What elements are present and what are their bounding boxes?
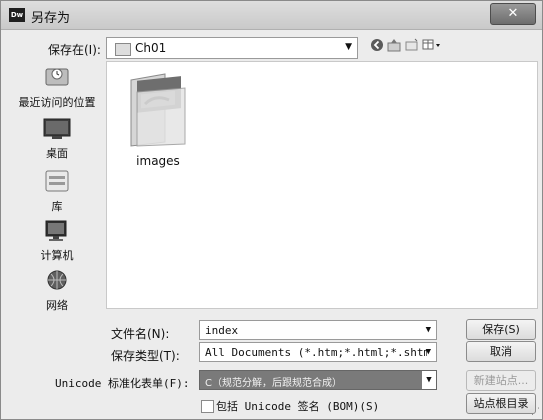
bom-label: 包括 Unicode 签名 (BOM)(S): [216, 400, 380, 413]
file-list[interactable]: images: [106, 61, 538, 309]
save-as-dialog: Dw 另存为 ✕ 保存在(I): Ch01 ▼ 最近访问的位置 桌面 库 计算机…: [0, 0, 543, 420]
cancel-button[interactable]: 取消: [466, 341, 536, 362]
places-bar: 最近访问的位置 桌面 库 计算机 网络: [15, 63, 99, 313]
place-libraries[interactable]: 库: [15, 167, 99, 214]
filename-value: index: [205, 324, 239, 337]
filetype-select[interactable]: All Documents (*.htm;*.html;*.shtm;*.s ▼: [199, 342, 437, 362]
filename-label: 文件名(N):: [111, 327, 170, 341]
chevron-down-icon[interactable]: ▼: [426, 325, 431, 335]
chevron-down-icon[interactable]: ▼: [426, 347, 431, 357]
filetype-value: All Documents (*.htm;*.html;*.shtm;*.s: [205, 346, 427, 359]
libraries-icon: [45, 170, 69, 192]
unicode-form-value: C（规范分解，后跟规范合成）: [205, 378, 342, 389]
back-icon[interactable]: [369, 38, 385, 56]
save-in-value: Ch01: [135, 41, 167, 55]
desktop-icon: [43, 118, 71, 139]
unicode-form-label: Unicode 标准化表单(F):: [55, 377, 190, 390]
up-folder-icon[interactable]: [386, 38, 402, 56]
place-desktop[interactable]: 桌面: [15, 116, 99, 161]
window-title: 另存为: [31, 11, 71, 26]
chevron-down-icon: ▼: [345, 42, 352, 52]
new-folder-icon[interactable]: [404, 38, 420, 56]
place-computer[interactable]: 计算机: [15, 218, 99, 263]
network-icon: [47, 270, 67, 290]
new-site-button[interactable]: 新建站点...: [466, 370, 536, 391]
bom-checkbox[interactable]: [201, 400, 214, 413]
folder-name: images: [136, 154, 180, 168]
filename-field[interactable]: index ▼: [199, 320, 437, 340]
unicode-form-select[interactable]: C（规范分解，后跟规范合成） ▼: [199, 370, 437, 390]
folder-icon: [115, 43, 131, 56]
filetype-label: 保存类型(T):: [111, 349, 180, 363]
site-root-button[interactable]: 站点根目录: [466, 393, 536, 414]
place-recent[interactable]: 最近访问的位置: [15, 63, 99, 110]
list-item[interactable]: images: [125, 70, 191, 168]
view-menu-icon[interactable]: [421, 38, 443, 56]
close-button[interactable]: ✕: [490, 3, 536, 25]
recent-places-icon: [45, 68, 69, 86]
save-in-dropdown[interactable]: Ch01 ▼: [106, 37, 358, 59]
dreamweaver-app-icon: Dw: [9, 8, 25, 22]
save-button[interactable]: 保存(S): [466, 319, 536, 340]
title-bar: Dw 另存为 ✕: [1, 1, 542, 30]
folder-icon: [130, 73, 186, 147]
resize-grip-icon[interactable]: ⋰: [531, 407, 540, 417]
save-in-label: 保存在(I):: [48, 43, 101, 57]
computer-icon: [45, 220, 67, 241]
chevron-down-icon[interactable]: ▼: [422, 371, 436, 389]
place-network[interactable]: 网络: [15, 268, 99, 313]
